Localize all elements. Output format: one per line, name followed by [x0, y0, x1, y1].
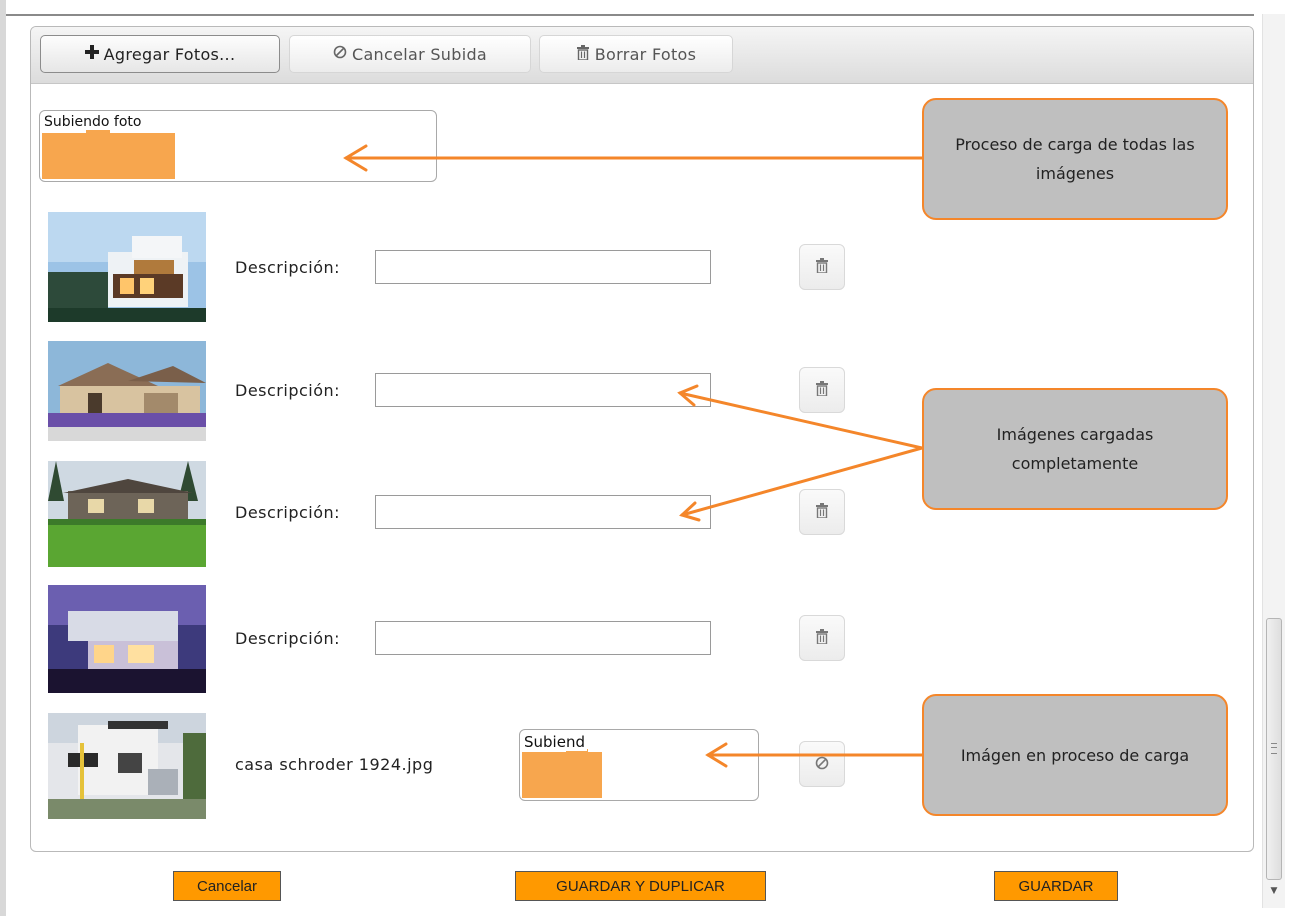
house-thumbnail — [48, 585, 206, 693]
ban-icon — [333, 45, 347, 63]
overall-upload-progress: Subiendo foto — [39, 110, 437, 182]
delete-photo-button[interactable] — [799, 615, 845, 661]
delete-photos-button[interactable]: Borrar Fotos — [539, 35, 733, 73]
house-thumbnail — [48, 713, 206, 819]
delete-photo-button[interactable] — [799, 367, 845, 413]
vertical-scrollbar[interactable]: ▼ — [1262, 14, 1285, 908]
save-and-duplicate-button[interactable]: GUARDAR Y DUPLICAR — [515, 871, 766, 901]
description-input[interactable] — [375, 373, 711, 407]
house-thumbnail — [48, 212, 206, 322]
trash-icon — [576, 44, 590, 64]
file-progress-fill — [522, 749, 602, 798]
description-input[interactable] — [375, 495, 711, 529]
description-label: Descripción: — [235, 381, 341, 400]
ban-icon — [815, 755, 829, 774]
description-input[interactable] — [375, 250, 711, 284]
callout-overall-text: Proceso de carga de todas las imágenes — [955, 135, 1195, 183]
scrollbar-thumb[interactable] — [1266, 618, 1282, 880]
window-top-border — [6, 0, 1254, 16]
callout-overall-progress: Proceso de carga de todas las imágenes — [922, 98, 1228, 220]
file-progress-label: Subiend — [524, 733, 587, 751]
callout-loaded-text: Imágenes cargadas completamente — [996, 425, 1154, 473]
description-label: Descripción: — [235, 629, 341, 648]
window-left-border — [0, 0, 6, 916]
cancel-upload-label: Cancelar Subida — [351, 44, 488, 64]
house-thumbnail — [48, 341, 206, 441]
description-label: Descripción: — [235, 503, 341, 522]
cancel-file-upload-button[interactable] — [799, 741, 845, 787]
trash-icon — [815, 380, 829, 400]
add-photos-button[interactable]: Agregar Fotos... — [40, 35, 280, 73]
plus-icon — [84, 45, 99, 63]
description-input[interactable] — [375, 621, 711, 655]
file-upload-progress: Subiend — [519, 729, 759, 801]
delete-photo-button[interactable] — [799, 489, 845, 535]
upload-toolbar: Agregar Fotos... Cancelar Subida Borrar … — [31, 27, 1253, 84]
overall-progress-label: Subiendo foto — [44, 114, 144, 130]
add-photos-label: Agregar Fotos... — [103, 44, 236, 64]
callout-in-progress-text: Imágen en proceso de carga — [960, 745, 1190, 765]
trash-icon — [815, 502, 829, 522]
save-button[interactable]: GUARDAR — [994, 871, 1118, 901]
callout-loaded-images: Imágenes cargadas completamente — [922, 388, 1228, 510]
house-thumbnail — [48, 461, 206, 567]
trash-icon — [815, 257, 829, 277]
delete-photos-label: Borrar Fotos — [594, 44, 697, 64]
uploading-file-name: casa schroder 1924.jpg — [235, 755, 434, 774]
cancel-upload-button[interactable]: Cancelar Subida — [289, 35, 531, 73]
delete-photo-button[interactable] — [799, 244, 845, 290]
cancel-button[interactable]: Cancelar — [173, 871, 281, 901]
callout-in-progress: Imágen en proceso de carga — [922, 694, 1228, 816]
overall-progress-fill — [42, 130, 175, 179]
description-label: Descripción: — [235, 258, 341, 277]
scroll-down-icon[interactable]: ▼ — [1263, 880, 1285, 902]
grip-icon — [1271, 743, 1277, 754]
trash-icon — [815, 628, 829, 648]
